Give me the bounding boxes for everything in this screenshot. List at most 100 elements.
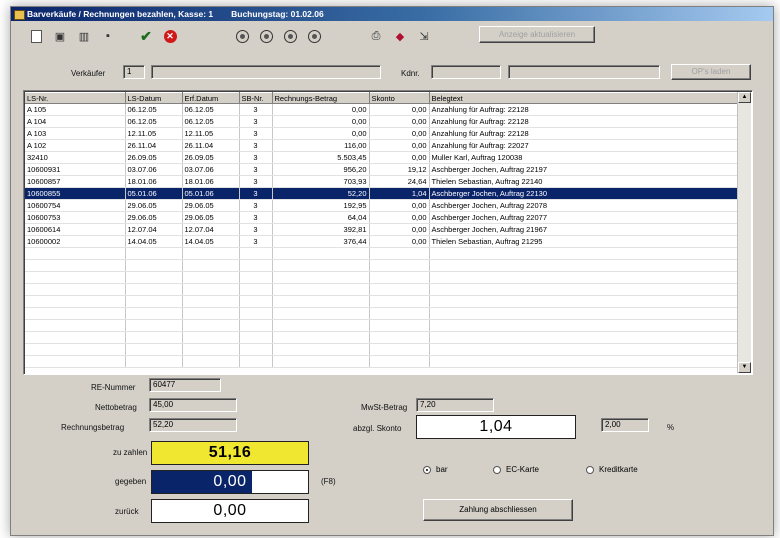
cell-text: Anzahlung für Auftrag: 22128 [429, 103, 741, 116]
cell-skonto: 1,04 [369, 187, 430, 200]
table-row[interactable]: A 103 12.11.05 12.11.05 3 0,00 0,00 Anzahlung … [25, 127, 741, 140]
col-sb-nr[interactable]: SB-Nr. [239, 92, 273, 104]
cell-ls-date: 12.07.04 [125, 223, 183, 236]
payment-credit-card-radio[interactable]: Kreditkarte [586, 465, 638, 474]
delete-icon[interactable]: ▥ [75, 27, 93, 45]
table-row[interactable]: 10600614 12.07.04 12.07.04 3 392,81 0,00 Aschb… [25, 223, 741, 236]
seller-number-field[interactable]: 1 [123, 65, 145, 79]
table-row[interactable]: 10600002 14.04.05 14.04.05 3 376,44 0,00 Thiel… [25, 235, 741, 248]
cell-text [429, 295, 741, 308]
cell-amount [272, 355, 370, 368]
table-row[interactable]: A 102 26.11.04 26.11.04 3 116,00 0,00 Anzahlun… [25, 139, 741, 152]
scroll-up-arrow-icon[interactable]: ▲ [738, 92, 751, 103]
table-row[interactable]: 10600931 03.07.06 03.07.06 3 956,20 19,12 Asch… [25, 163, 741, 176]
given-label: gegeben [115, 477, 147, 486]
finish-payment-button[interactable]: Zahlung abschliessen [423, 499, 573, 521]
cell-erf-date [182, 343, 240, 356]
cell-sb-nr: 3 [239, 139, 273, 152]
cell-ls-date [125, 343, 183, 356]
cell-skonto: 0,00 [369, 151, 430, 164]
cell-amount: 52,20 [272, 187, 370, 200]
table-row[interactable]: 10600855 05.01.06 05.01.06 3 52,20 1,04 Aschbe… [25, 187, 741, 200]
confirm-check-icon[interactable]: ✔ [137, 27, 155, 45]
cell-amount: 5.503,45 [272, 151, 370, 164]
cell-ls-nr [25, 319, 126, 332]
col-erf-date[interactable]: Erf.Datum [182, 92, 240, 104]
cell-amount [272, 283, 370, 296]
payment-cash-radio[interactable]: bar [423, 465, 448, 474]
cell-ls-date: 06.12.05 [125, 103, 183, 116]
cell-ls-date [125, 295, 183, 308]
cell-sb-nr: 3 [239, 103, 273, 116]
net-amount-label: Nettobetrag [95, 403, 137, 412]
cell-skonto [369, 259, 430, 272]
table-row[interactable]: 10600753 29.06.05 29.06.05 3 64,04 0,00 Aschbe… [25, 211, 741, 224]
cell-erf-date: 12.11.05 [182, 127, 240, 140]
radio-indicator [493, 465, 501, 474]
table-row[interactable]: 10600857 18.01.06 18.01.06 3 703,93 24,64 Thie… [25, 175, 741, 188]
cell-erf-date [182, 295, 240, 308]
table-row[interactable]: A 105 06.12.05 06.12.05 3 0,00 0,00 Anzahlung … [25, 103, 741, 116]
empty-row [25, 259, 741, 272]
cash-payment-window: Barverkäufe / Rechnungen bezahlen, Kasse… [10, 6, 774, 536]
empty-row [25, 319, 741, 332]
cancel-icon[interactable]: ✕ [161, 27, 179, 45]
copy-icon[interactable]: ▣ [51, 27, 69, 45]
tools-icon[interactable]: ◆ [391, 27, 409, 45]
col-amount[interactable]: Rechnungs-Betrag [272, 92, 370, 104]
scroll-down-arrow-icon[interactable]: ▼ [738, 362, 751, 373]
cell-skonto: 0,00 [369, 115, 430, 128]
cell-skonto: 24,64 [369, 175, 430, 188]
cell-text [429, 259, 741, 272]
cell-skonto: 0,00 [369, 127, 430, 140]
radio-indicator [423, 465, 431, 474]
cell-amount [272, 319, 370, 332]
cell-ls-date: 06.12.05 [125, 115, 183, 128]
exit-icon[interactable]: ⇲ [415, 27, 433, 45]
cell-ls-date: 18.01.06 [125, 175, 183, 188]
new-document-icon[interactable] [27, 27, 45, 45]
given-amount-field[interactable]: 0,00 [151, 470, 309, 494]
window-title: Barverkäufe / Rechnungen bezahlen, Kasse… [27, 9, 214, 19]
table-row[interactable]: 10600754 29.06.05 29.06.05 3 192,95 0,00 Aschb… [25, 199, 741, 212]
cell-text [429, 247, 741, 260]
col-ls-nr[interactable]: LS-Nr. [25, 92, 126, 104]
refresh-display-button[interactable]: Anzeige aktualisieren [479, 26, 595, 43]
payment-ec-card-radio[interactable]: EC-Karte [493, 465, 539, 474]
invoice-grid[interactable]: LS-Nr. LS-Datum Erf.Datum SB-Nr. Rechnun… [23, 90, 753, 375]
empty-row [25, 283, 741, 296]
nav-first-icon[interactable] [233, 27, 251, 45]
save-icon[interactable]: ▪ [99, 27, 117, 45]
nav-next-icon[interactable] [281, 27, 299, 45]
cell-text [429, 283, 741, 296]
table-row[interactable]: 32410 26.09.05 26.09.05 3 5.503,45 0,00 Muller… [25, 151, 741, 164]
load-open-items-button[interactable]: OP's laden [671, 64, 751, 80]
cell-ls-nr [25, 259, 126, 272]
col-ls-date[interactable]: LS-Datum [125, 92, 183, 104]
col-skonto[interactable]: Skonto [369, 92, 430, 104]
table-row[interactable]: A 104 06.12.05 06.12.05 3 0,00 0,00 Anzahlung … [25, 115, 741, 128]
cell-sb-nr [239, 307, 273, 320]
re-number-field: 60477 [149, 378, 221, 392]
cell-erf-date: 12.07.04 [182, 223, 240, 236]
cell-ls-date [125, 307, 183, 320]
invoice-table: LS-Nr. LS-Datum Erf.Datum SB-Nr. Rechnun… [25, 92, 741, 368]
col-text[interactable]: Belegtext [429, 92, 741, 104]
toolbar: ▣ ▥ ▪ ✔ ✕ ⎙ ◆ ⇲ Anzeige aktualisieren [11, 22, 773, 50]
nav-last-icon[interactable] [305, 27, 323, 45]
cell-sb-nr [239, 295, 273, 308]
cell-amount: 0,00 [272, 115, 370, 128]
cell-text: Anzahlung für Auftrag: 22128 [429, 115, 741, 128]
discount-field[interactable]: 1,04 [416, 415, 576, 439]
cell-skonto: 0,00 [369, 199, 430, 212]
grid-scrollbar[interactable]: ▲ ▼ [737, 92, 751, 373]
customer-number-field[interactable] [431, 65, 501, 79]
cell-ls-nr: A 103 [25, 127, 126, 140]
cell-ls-nr [25, 247, 126, 260]
printer-icon[interactable]: ⎙ [367, 27, 385, 45]
to-pay-label: zu zahlen [113, 448, 148, 457]
nav-prev-icon[interactable] [257, 27, 275, 45]
discount-percent-field[interactable]: 2,00 [601, 418, 649, 432]
cell-ls-date: 29.06.05 [125, 199, 183, 212]
percent-sign: % [667, 423, 675, 432]
